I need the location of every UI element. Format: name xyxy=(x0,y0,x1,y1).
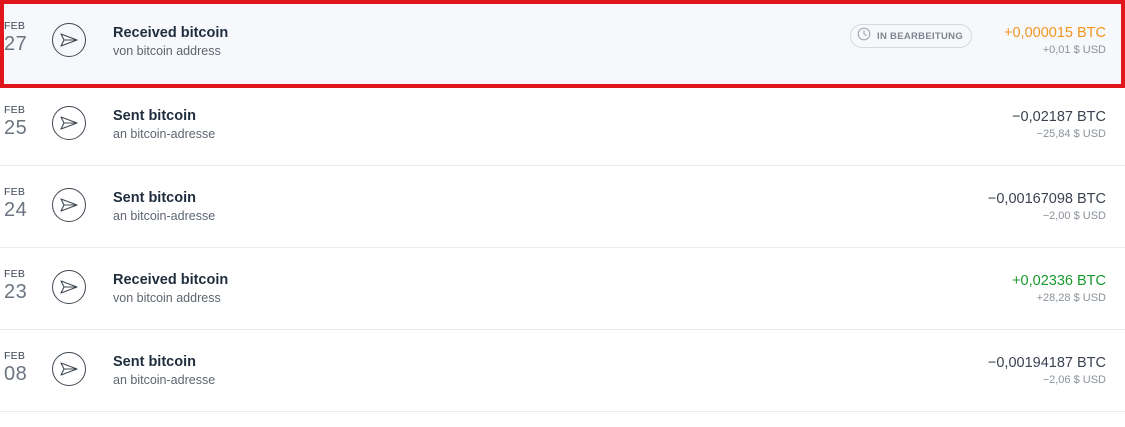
date-month: FEB xyxy=(4,350,26,362)
transaction-amount: −0,00167098 BTC −2,00 $ USD xyxy=(988,191,1106,223)
fiat-amount: +0,01 $ USD xyxy=(1042,44,1106,56)
transaction-date: FEB 08 xyxy=(4,350,38,385)
status-label: IN BEARBEITUNG xyxy=(877,30,964,42)
transaction-subtitle: von bitcoin address xyxy=(113,44,221,58)
transaction-amount: +0,02336 BTC +28,28 $ USD xyxy=(1012,273,1106,305)
send-icon xyxy=(52,188,86,222)
transaction-title: Sent bitcoin xyxy=(113,190,196,206)
transaction-title: Received bitcoin xyxy=(113,272,229,288)
fiat-amount: +28,28 $ USD xyxy=(1036,292,1106,304)
crypto-amount: +0,000015 BTC xyxy=(1004,25,1106,41)
clock-icon xyxy=(857,27,871,46)
transaction-amount: +0,000015 BTC +0,01 $ USD xyxy=(1004,25,1106,57)
fiat-amount: −2,06 $ USD xyxy=(1042,374,1106,386)
transaction-subtitle: an bitcoin-adresse xyxy=(113,209,216,223)
transaction-date: FEB 27 xyxy=(4,20,38,55)
transaction-row[interactable]: FEB 25 Sent bitcoin an bitcoin-adresse −… xyxy=(0,84,1125,166)
transaction-date: FEB 25 xyxy=(4,104,38,139)
transaction-amount: −0,02187 BTC −25,84 $ USD xyxy=(1012,109,1106,141)
transaction-title: Sent bitcoin xyxy=(113,354,196,370)
transaction-subtitle: an bitcoin-adresse xyxy=(113,373,216,387)
crypto-amount: −0,02187 BTC xyxy=(1012,109,1106,125)
date-day: 08 xyxy=(4,363,28,385)
date-month: FEB xyxy=(4,20,26,32)
transaction-subtitle: an bitcoin-adresse xyxy=(113,127,216,141)
send-icon xyxy=(52,352,86,386)
transaction-row[interactable]: FEB 24 Sent bitcoin an bitcoin-adresse −… xyxy=(0,166,1125,248)
date-day: 23 xyxy=(4,281,28,303)
send-icon xyxy=(52,270,86,304)
transaction-date: FEB 24 xyxy=(4,186,38,221)
transaction-amount: −0,00194187 BTC −2,06 $ USD xyxy=(988,355,1106,387)
date-day: 27 xyxy=(4,33,28,55)
fiat-amount: −25,84 $ USD xyxy=(1036,128,1106,140)
fiat-amount: −2,00 $ USD xyxy=(1042,210,1106,222)
transaction-title: Received bitcoin xyxy=(113,25,229,41)
send-icon xyxy=(52,23,86,57)
send-icon xyxy=(52,106,86,140)
crypto-amount: −0,00194187 BTC xyxy=(987,355,1106,371)
status-badge: IN BEARBEITUNG xyxy=(850,24,973,48)
crypto-amount: −0,00167098 BTC xyxy=(987,191,1106,207)
transaction-row[interactable]: FEB 08 Sent bitcoin an bitcoin-adresse −… xyxy=(0,330,1125,412)
date-day: 25 xyxy=(4,117,28,139)
transaction-date: FEB 23 xyxy=(4,268,38,303)
transaction-row[interactable]: FEB 23 Received bitcoin von bitcoin addr… xyxy=(0,248,1125,330)
transaction-row-pending[interactable]: FEB 27 Received bitcoin von bitcoin addr… xyxy=(0,0,1125,88)
crypto-amount: +0,02336 BTC xyxy=(1012,273,1106,289)
date-month: FEB xyxy=(4,186,26,198)
date-day: 24 xyxy=(4,199,28,221)
transaction-title: Sent bitcoin xyxy=(113,108,196,124)
transaction-subtitle: von bitcoin address xyxy=(113,291,221,305)
date-month: FEB xyxy=(4,104,26,116)
date-month: FEB xyxy=(4,268,26,280)
